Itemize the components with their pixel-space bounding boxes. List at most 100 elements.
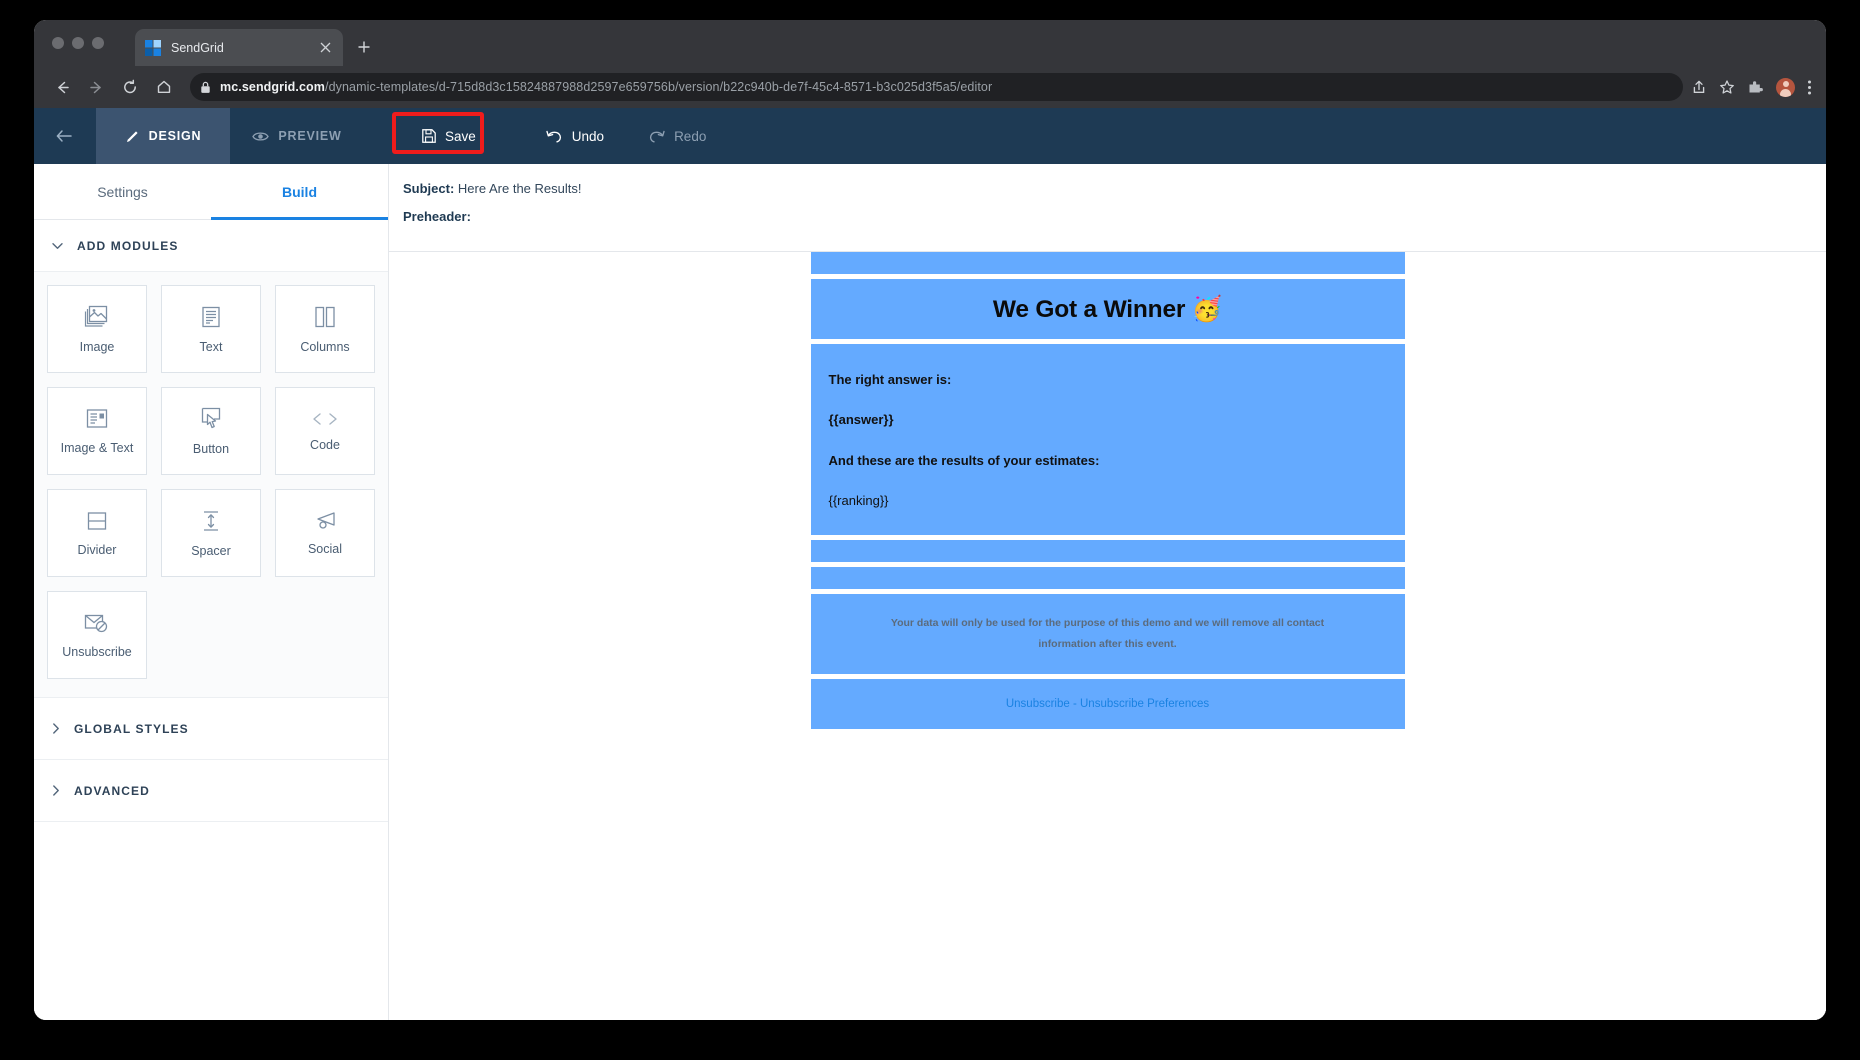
subject-line[interactable]: Subject: Here Are the Results! [403, 181, 1826, 196]
chevron-right-icon [52, 785, 60, 796]
tab-design-label: DESIGN [148, 129, 202, 143]
extensions-icon[interactable] [1747, 79, 1764, 95]
section-global-styles-header[interactable]: GLOBAL STYLES [34, 698, 388, 760]
tab-design[interactable]: DESIGN [96, 108, 230, 164]
divider-icon [85, 510, 109, 532]
profile-avatar[interactable] [1776, 77, 1795, 97]
browser-tab-title: SendGrid [171, 40, 224, 55]
email-block-unsubscribe[interactable]: Unsubscribe - Unsubscribe Preferences [810, 679, 1405, 729]
url-domain: mc.sendgrid.com [220, 80, 325, 94]
close-icon[interactable] [317, 40, 333, 56]
url-input[interactable]: mc.sendgrid.com/dynamic-templates/d-715d… [190, 73, 1683, 101]
preheader-line[interactable]: Preheader: [403, 209, 1826, 224]
image-text-icon [85, 408, 109, 430]
email-meta-block: Subject: Here Are the Results! Preheader… [389, 164, 1826, 252]
editor-back-button[interactable] [34, 108, 96, 164]
home-icon[interactable] [150, 73, 178, 101]
browser-tabstrip: SendGrid [34, 20, 1826, 66]
module-grid: Image Text Columns Image & Text Button C… [34, 272, 388, 698]
section-global-styles-title: GLOBAL STYLES [74, 721, 189, 736]
save-button[interactable]: Save [400, 129, 498, 144]
subject-value: Here Are the Results! [457, 181, 582, 196]
email-paragraph: {{ranking}} [828, 492, 889, 508]
email-disclaimer-text: Your data will only be used for the purp… [890, 617, 1325, 650]
eye-icon [252, 130, 270, 143]
module-tile-social-label: Social [307, 541, 343, 556]
section-add-modules-header[interactable]: ADD MODULES [34, 220, 388, 272]
columns-icon [313, 305, 337, 329]
browser-omnibox-row: mc.sendgrid.com/dynamic-templates/d-715d… [34, 66, 1826, 108]
email-block-spacer-top[interactable] [810, 252, 1405, 274]
maximize-window-button[interactable] [92, 37, 104, 49]
section-advanced-title: ADVANCED [74, 783, 150, 798]
arrow-right-icon[interactable] [82, 73, 110, 101]
editor-sidebar: Settings Build ADD MODULES Image Text Co… [34, 164, 389, 1020]
undo-arrow-icon [546, 129, 563, 143]
module-tile-columns[interactable]: Columns [275, 285, 375, 373]
reload-icon[interactable] [116, 73, 144, 101]
email-block-disclaimer[interactable]: Your data will only be used for the purp… [810, 594, 1405, 674]
arrow-left-icon[interactable] [48, 73, 76, 101]
code-brackets-icon [310, 411, 340, 427]
email-block-body[interactable]: The right answer is: {{answer}} And thes… [810, 344, 1405, 535]
browser-tab[interactable]: SendGrid [135, 29, 343, 66]
module-tile-text[interactable]: Text [161, 285, 261, 373]
menu-icon[interactable] [1807, 79, 1812, 96]
undo-button[interactable]: Undo [524, 108, 626, 164]
save-button-label: Save [445, 128, 476, 144]
redo-arrow-icon [648, 129, 665, 143]
subject-label: Subject: [403, 181, 455, 196]
lock-icon [200, 81, 211, 94]
redo-button-label: Redo [674, 128, 707, 144]
unsubscribe-envelope-icon [83, 612, 111, 634]
module-tile-text-label: Text [199, 339, 223, 354]
browser-window: SendGrid mc.sendgrid.com/dynamic-templat… [34, 20, 1826, 1020]
close-window-button[interactable] [52, 37, 64, 49]
module-tile-button[interactable]: Button [161, 387, 261, 475]
editor-canvas: Subject: Here Are the Results! Preheader… [389, 164, 1826, 1020]
module-tile-spacer-label: Spacer [191, 543, 231, 558]
undo-button-label: Undo [571, 128, 605, 144]
module-tile-code[interactable]: Code [275, 387, 375, 475]
sidebar-tab-build[interactable]: Build [211, 164, 388, 220]
tab-preview-label: PREVIEW [278, 129, 342, 143]
email-block-heading[interactable]: We Got a Winner 🥳 [810, 279, 1405, 339]
module-tile-image-label: Image [79, 339, 115, 354]
email-paragraph: And these are the results of your estima… [828, 452, 1100, 468]
spacer-arrows-icon [199, 509, 223, 533]
window-controls[interactable] [52, 37, 104, 49]
email-block-spacer-2[interactable] [810, 567, 1405, 589]
module-tile-columns-label: Columns [300, 339, 350, 354]
omnibox-actions [1691, 77, 1812, 97]
module-tile-image[interactable]: Image [47, 285, 147, 373]
editor-body: Settings Build ADD MODULES Image Text Co… [34, 164, 1826, 1020]
unsubscribe-link[interactable]: Unsubscribe - Unsubscribe Preferences [1006, 698, 1209, 710]
module-tile-divider[interactable]: Divider [47, 489, 147, 577]
module-tile-social[interactable]: Social [275, 489, 375, 577]
sidebar-tabs: Settings Build [34, 164, 388, 220]
image-icon [84, 305, 110, 329]
button-cursor-icon [200, 407, 222, 431]
chevron-right-icon [52, 723, 60, 734]
module-tile-unsubscribe-label: Unsubscribe [62, 644, 132, 659]
redo-button[interactable]: Redo [626, 108, 728, 164]
sidebar-tab-settings[interactable]: Settings [34, 164, 211, 220]
email-block-spacer-1[interactable] [810, 540, 1405, 562]
sendgrid-favicon [145, 39, 161, 56]
email-heading-text: We Got a Winner 🥳 [992, 296, 1223, 323]
preheader-label: Preheader: [403, 209, 471, 224]
tab-preview[interactable]: PREVIEW [230, 108, 364, 164]
star-icon[interactable] [1719, 79, 1735, 95]
module-tile-unsubscribe[interactable]: Unsubscribe [47, 591, 147, 679]
pencil-icon [125, 129, 140, 144]
sidebar-tab-settings-label: Settings [97, 183, 148, 200]
minimize-window-button[interactable] [72, 37, 84, 49]
plus-icon[interactable] [352, 35, 376, 59]
module-tile-button-label: Button [192, 441, 230, 456]
section-advanced-header[interactable]: ADVANCED [34, 760, 388, 822]
share-icon[interactable] [1691, 79, 1707, 95]
email-preview-area[interactable]: We Got a Winner 🥳 The right answer is: {… [389, 252, 1826, 1020]
section-add-modules-title: ADD MODULES [77, 238, 179, 253]
module-tile-image-text[interactable]: Image & Text [47, 387, 147, 475]
module-tile-spacer[interactable]: Spacer [161, 489, 261, 577]
